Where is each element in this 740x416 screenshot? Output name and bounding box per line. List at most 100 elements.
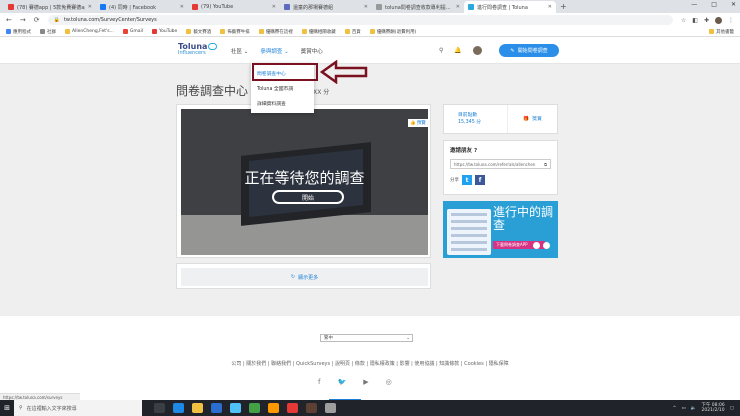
bookmark-gmail[interactable]: Gmail xyxy=(122,29,143,34)
footer-links[interactable]: 公司 | 關於我們 | 聯絡我們 | QuickSurveys | 說明頁 | … xyxy=(0,360,740,367)
logo-main-text: Toluna xyxy=(178,42,208,51)
browser-tab-3[interactable]: (79) YouTube ✕ xyxy=(188,1,280,13)
start-survey-button[interactable]: ✎ 開始問卷調查 xyxy=(499,44,559,57)
menu-dots-icon[interactable]: ⋮ xyxy=(728,17,734,24)
bookmark-item[interactable]: AllenCheng,Fet's... xyxy=(65,29,114,34)
browser-tab-bar: (78) 賽德app | 5款免費賽德app...✕ (4) 同時 | Face… xyxy=(0,0,740,13)
user-avatar[interactable] xyxy=(472,46,482,55)
task-view-icon[interactable] xyxy=(154,403,165,413)
star-icon[interactable]: ☆ xyxy=(681,17,686,24)
firefox-icon[interactable] xyxy=(268,403,279,413)
bookmark-item[interactable]: 優購相關收藏 xyxy=(301,29,336,35)
toluna-logo[interactable]: Toluna Influencers xyxy=(178,42,217,57)
forward-arrow-icon[interactable]: → xyxy=(20,16,26,24)
app-icon[interactable] xyxy=(325,403,336,413)
show-more-button[interactable]: ↻ 顯示更多 xyxy=(181,268,428,286)
facebook-favicon-icon xyxy=(100,4,106,10)
browser-tab-5[interactable]: toluna問卷調查收款專利提... ✕ xyxy=(372,1,464,13)
start-survey-label: 開始問卷調查 xyxy=(517,48,548,54)
maximize-button[interactable]: □ xyxy=(711,1,717,8)
folder-icon xyxy=(369,29,375,34)
instagram-icon[interactable]: ◎ xyxy=(386,378,392,386)
browser-tab-6-active[interactable]: 進行問卷調查 | Toluna ✕ xyxy=(464,1,556,13)
app-icon[interactable] xyxy=(306,403,317,413)
youtube-icon xyxy=(152,29,157,34)
windows-start-icon[interactable]: ⊞ xyxy=(0,400,14,416)
help-icon[interactable]: ? xyxy=(474,148,477,154)
bookmark-label: 佈藝賽牛排 xyxy=(227,29,250,35)
language-select[interactable]: 繁中 ⌄ xyxy=(320,334,413,342)
network-icon[interactable]: ▭ xyxy=(681,406,685,411)
bookmark-apps[interactable]: 應用程式 xyxy=(6,29,31,35)
bookmark-item[interactable]: 優購賽酬(退費利用) xyxy=(369,29,416,35)
hero-image: 👍 預覽 正在等待您的調查 開始 xyxy=(181,109,428,255)
bell-icon[interactable]: 🔔 xyxy=(454,47,461,54)
search-icon[interactable]: ⚲ xyxy=(439,47,443,54)
bookmark-other[interactable]: 其他書籤 xyxy=(709,29,734,35)
notification-icon[interactable]: ▢ xyxy=(730,406,734,411)
browser-tab-1[interactable]: (78) 賽德app | 5款免費賽德app...✕ xyxy=(4,1,96,13)
back-arrow-icon[interactable]: ← xyxy=(6,16,12,24)
close-icon[interactable]: ✕ xyxy=(272,4,276,10)
gift-icon: 🎁 xyxy=(523,116,530,122)
current-points[interactable]: 目前點數 15,345 分 xyxy=(444,105,507,133)
minimize-button[interactable]: — xyxy=(691,1,697,8)
browser-status-bar: https://tw.toluna.com/surveys xyxy=(0,393,80,400)
nav-rewards[interactable]: 獎賞中心 xyxy=(301,47,323,55)
store-icon[interactable] xyxy=(211,403,222,413)
folder-icon xyxy=(301,29,307,34)
mail-icon[interactable] xyxy=(230,403,241,413)
app-promo-banner[interactable]: 進行中的調查 下載問卷調查APP xyxy=(443,201,558,258)
bookmark-item[interactable]: 百貨 xyxy=(344,29,361,35)
twitter-icon[interactable]: 🐦 xyxy=(337,378,346,386)
close-icon[interactable]: ✕ xyxy=(548,4,552,10)
taskbar-search[interactable]: ⚲ 在這裡輸入文字來搜尋 xyxy=(14,400,142,416)
url-field[interactable]: 🔒 tw.toluna.com/SurveyCenter/Surveys xyxy=(47,15,673,25)
file-explorer-icon[interactable] xyxy=(192,403,203,413)
youtube-icon[interactable]: ▶ xyxy=(363,378,368,386)
referral-link-field[interactable]: https://tw.toluna.com/referrals/allenche… xyxy=(450,159,551,169)
nav-community[interactable]: 社區 ⌄ xyxy=(231,47,248,55)
bookmark-item[interactable]: 優購賽在這裡 xyxy=(258,29,293,35)
browser-tab-4[interactable]: 還童的那場賽德組 ✕ xyxy=(280,1,372,13)
dropdown-item-national-survey[interactable]: Toluna 全國市調 xyxy=(251,82,314,97)
tab-title: 還童的那場賽德組 xyxy=(293,4,334,11)
bookmark-item[interactable]: 佈藝賽牛排 xyxy=(220,29,250,35)
bookmark-youtube[interactable]: YouTube xyxy=(152,29,177,34)
close-icon[interactable]: ✕ xyxy=(88,4,92,10)
site-favicon-icon xyxy=(376,4,382,10)
preview-badge[interactable]: 👍 預覽 xyxy=(408,119,428,127)
youtube-favicon-icon xyxy=(192,4,198,10)
puzzle-icon[interactable]: ✚ xyxy=(704,17,709,24)
dropdown-item-profile-survey[interactable]: 詳細資料調查 xyxy=(251,97,314,112)
chrome-icon[interactable] xyxy=(249,403,260,413)
facebook-icon[interactable]: f xyxy=(475,175,485,185)
points-label: 目前點數 xyxy=(458,113,478,118)
nav-label: 社區 xyxy=(231,49,243,55)
bookmark-item[interactable]: 社群 xyxy=(40,29,56,35)
rewards-link[interactable]: 🎁 獎賞 xyxy=(507,105,557,133)
clock[interactable]: 下午 08:06 2021/2/10 xyxy=(701,403,724,413)
browser-tab-2[interactable]: (4) 同時 | Facebook ✕ xyxy=(96,1,188,13)
close-window-button[interactable]: ✕ xyxy=(731,1,736,8)
nav-surveys[interactable]: 參與調查 ⌄ xyxy=(260,47,288,55)
reload-icon[interactable]: ⟳ xyxy=(34,16,40,24)
search-placeholder: 在這裡輸入文字來搜尋 xyxy=(26,405,77,412)
hero-start-button[interactable]: 開始 xyxy=(272,190,344,204)
twitter-icon[interactable]: t xyxy=(462,175,472,185)
bookmark-item[interactable]: 藝文賽酒 xyxy=(186,29,211,35)
new-tab-button[interactable]: + xyxy=(560,1,567,13)
copy-icon[interactable]: ⧉ xyxy=(544,162,547,167)
app-icon[interactable] xyxy=(287,403,298,413)
profile-avatar[interactable] xyxy=(715,16,722,24)
facebook-icon[interactable]: f xyxy=(318,378,320,386)
close-icon[interactable]: ✕ xyxy=(364,4,368,10)
bookmark-label: 社群 xyxy=(47,29,56,35)
chevron-up-icon[interactable]: ^ xyxy=(673,406,677,411)
volume-icon[interactable]: 🔈 xyxy=(691,406,697,411)
tab-title: (79) YouTube xyxy=(201,4,234,10)
edge-icon[interactable] xyxy=(173,403,184,413)
extension-icon[interactable]: ◧ xyxy=(692,17,698,24)
close-icon[interactable]: ✕ xyxy=(180,4,184,10)
close-icon[interactable]: ✕ xyxy=(456,4,460,10)
